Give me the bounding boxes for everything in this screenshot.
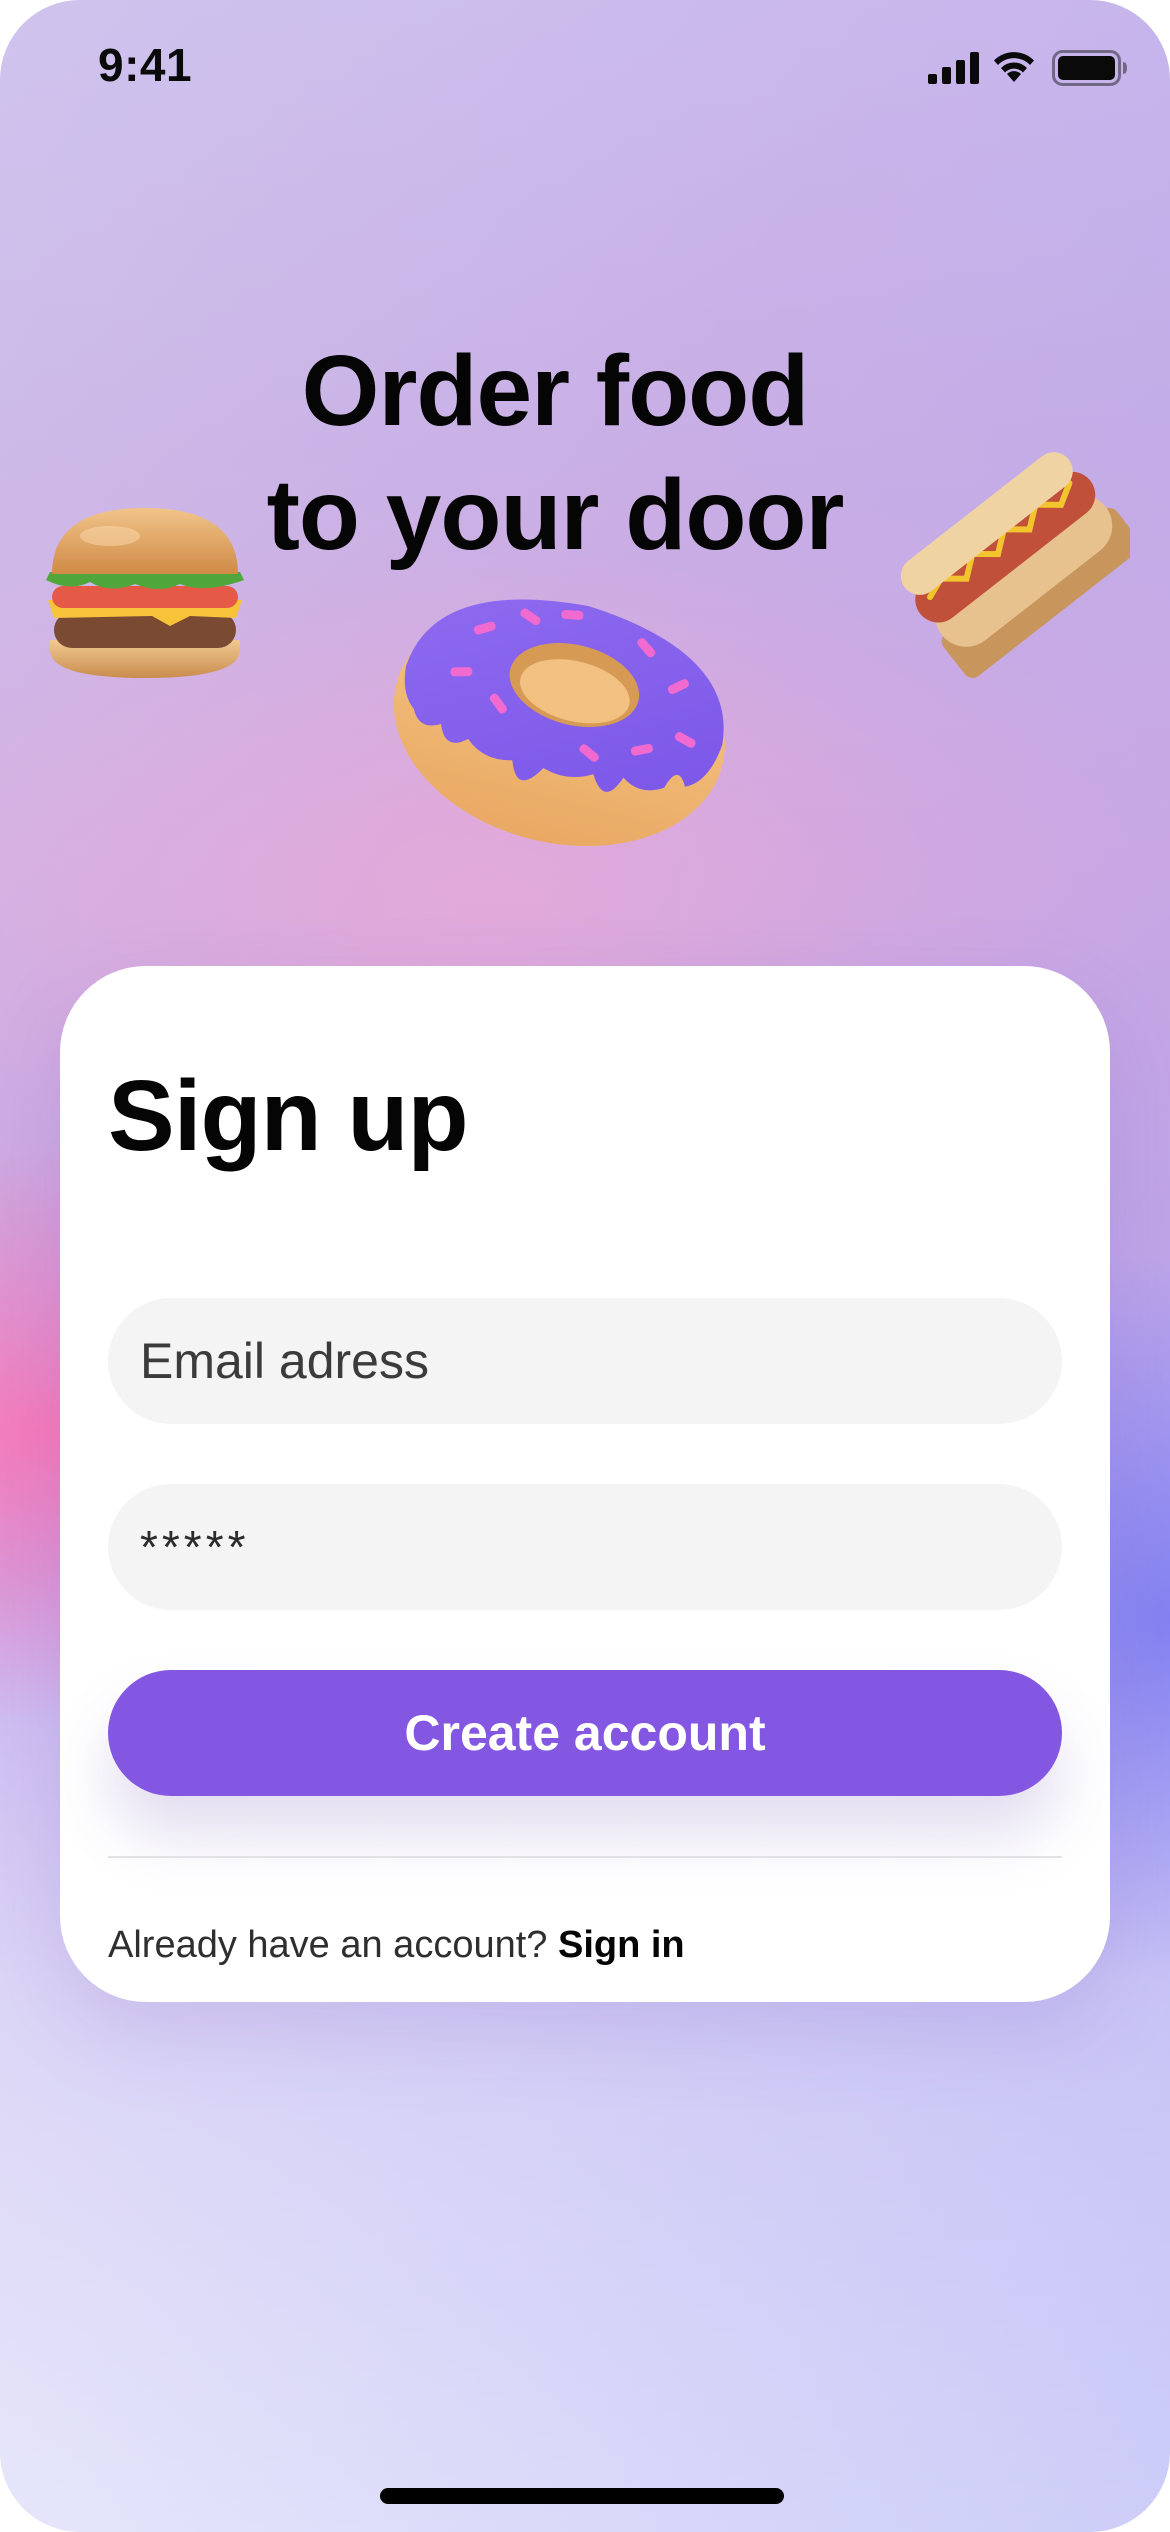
hotdog-icon (900, 452, 1130, 678)
app-screen: 9:41 Order food to your door Sign up Ema… (0, 0, 1170, 2532)
create-account-label: Create account (404, 1705, 766, 1761)
burger-icon (46, 508, 244, 678)
signin-row: Already have an account? Sign in (108, 1924, 685, 1967)
battery-icon (1052, 50, 1127, 86)
signin-link[interactable]: Sign in (558, 1924, 685, 1966)
home-indicator[interactable] (380, 2488, 784, 2504)
signup-title: Sign up (108, 1060, 469, 1172)
password-value: ***** (140, 1521, 250, 1573)
email-field[interactable]: Email adress (108, 1298, 1062, 1424)
signup-card: Sign up Email adress ***** Create accoun… (60, 966, 1110, 2002)
create-account-button[interactable]: Create account (108, 1670, 1062, 1796)
wifi-icon (994, 52, 1034, 82)
status-bar: 9:41 (0, 0, 1170, 140)
donut-icon (393, 599, 725, 847)
password-field[interactable]: ***** (108, 1484, 1062, 1610)
status-time: 9:41 (98, 39, 193, 91)
signin-prompt: Already have an account? (108, 1924, 548, 1966)
divider (108, 1856, 1062, 1858)
email-placeholder: Email adress (140, 1333, 429, 1389)
cellular-signal-icon (928, 52, 979, 84)
